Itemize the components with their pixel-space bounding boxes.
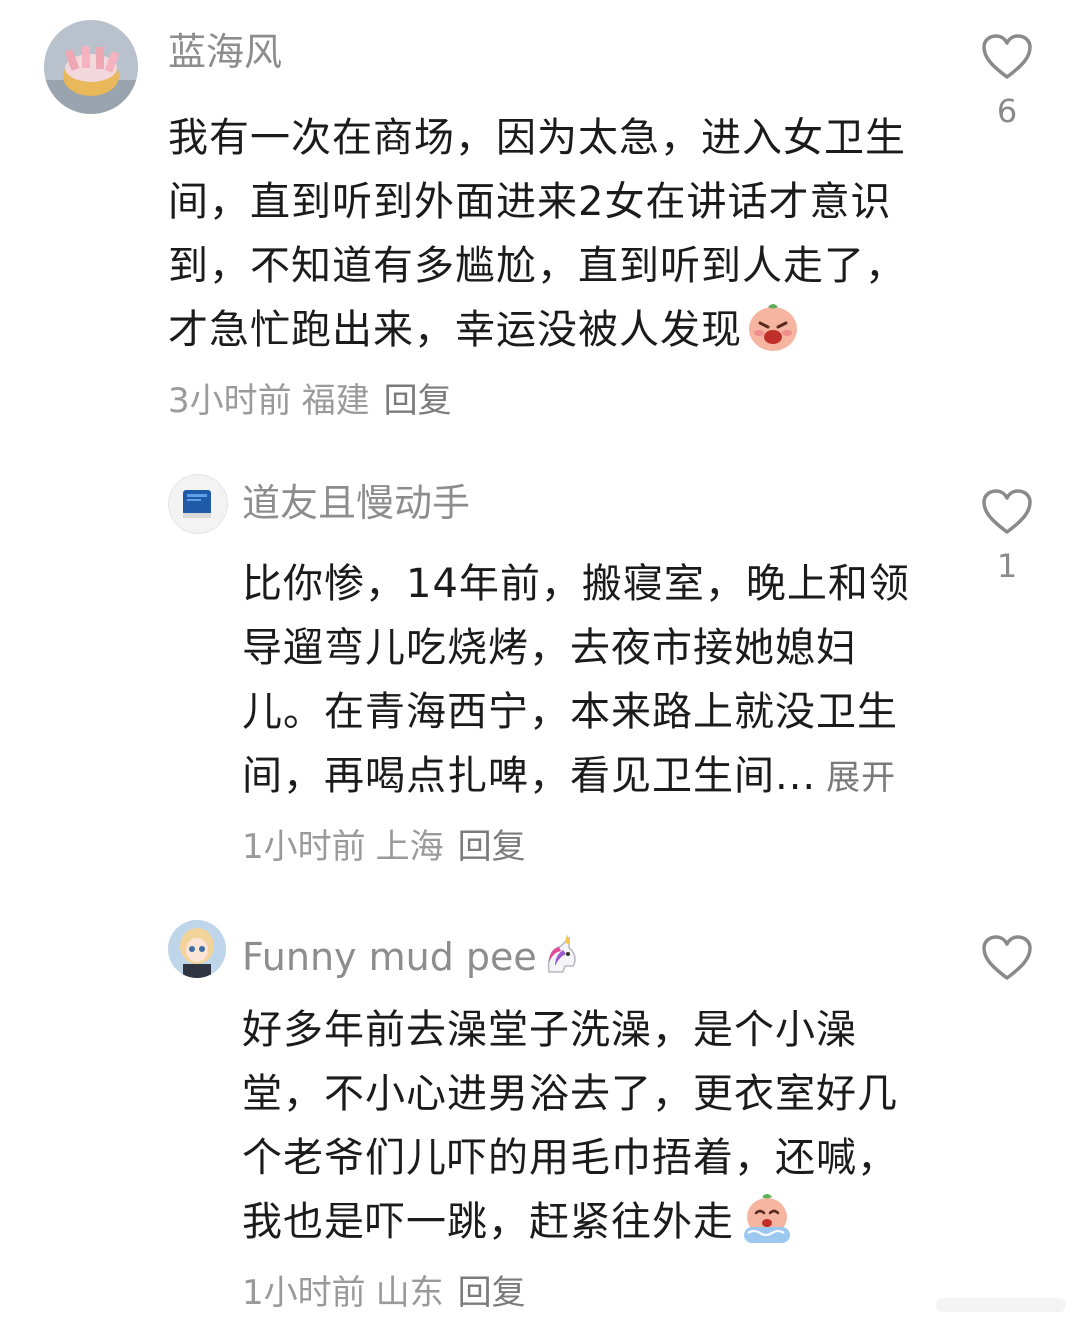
like-button[interactable]: 1 (977, 488, 1037, 582)
comment-line: 到，不知道有多尴尬，直到听到人走了， (168, 243, 906, 289)
heart-icon (982, 34, 1032, 79)
comment-line-text: 我也是吓一跳，赶紧往外走 (242, 1199, 734, 1245)
username-text: Funny mud pee (242, 935, 537, 979)
heart-icon (982, 935, 1032, 980)
comment-location: 福建 (301, 381, 370, 421)
reply-item: 道友且慢动手 比你惨，14年前，搬寝室，晚上和领 导遛弯儿吃烧烤，去夜市接她媳妇… (0, 440, 1080, 890)
comment-line-text: 间，再喝点扎啤，看见卫生间... (242, 753, 817, 799)
comment-line: 好多年前去澡堂子洗澡，是个小澡 (242, 1007, 857, 1053)
comment-line: 间，再喝点扎啤，看见卫生间... 展开 (242, 744, 910, 808)
comment-item: 蓝海风 我有一次在商场，因为太急，进入女卫生 间，直到听到外面进来2女在讲话才意… (0, 0, 1080, 440)
comment-line: 比你惨，14年前，搬寝室，晚上和领 (242, 561, 910, 607)
comment-line: 儿。在青海西宁，本来路上就没卫生 (242, 689, 898, 735)
reply-button[interactable]: 回复 (458, 827, 526, 867)
comment-text: 我有一次在商场，因为太急，进入女卫生 间，直到听到外面进来2女在讲话才意识 到，… (168, 106, 906, 362)
crying-emoji-icon (738, 1191, 796, 1264)
like-button[interactable] (977, 934, 1037, 996)
like-button[interactable]: 6 (977, 33, 1037, 127)
comment-meta: 3小时前 福建 回复 (168, 384, 452, 418)
comment-line-text: 才急忙跑出来，幸运没被人发现 (168, 307, 742, 353)
comment-meta: 1小时前 上海 回复 (242, 830, 526, 864)
watermark (936, 1294, 1066, 1316)
comment-line: 我也是吓一跳，赶紧往外走 (242, 1190, 898, 1254)
comment-line: 个老爷们儿吓的用毛巾捂着，还喊， (242, 1135, 898, 1181)
heart-icon (982, 489, 1032, 534)
comment-line: 间，直到听到外面进来2女在讲话才意识 (168, 179, 892, 225)
comment-line: 才急忙跑出来，幸运没被人发现 (168, 298, 906, 362)
comment-time: 1小时前 (242, 827, 366, 867)
comment-location: 山东 (375, 1273, 444, 1313)
comment-username[interactable]: Funny mud pee (242, 932, 585, 982)
comment-location: 上海 (375, 827, 444, 867)
avatar[interactable] (168, 474, 228, 534)
expand-button[interactable]: 展开 (826, 758, 896, 798)
like-count: 6 (996, 92, 1018, 130)
avatar[interactable] (44, 20, 138, 114)
comment-time: 1小时前 (242, 1273, 366, 1313)
comment-meta: 1小时前 山东 回复 (242, 1276, 526, 1310)
reply-button[interactable]: 回复 (384, 381, 452, 421)
comment-line: 我有一次在商场，因为太急，进入女卫生 (168, 115, 906, 161)
comment-list: 蓝海风 我有一次在商场，因为太急，进入女卫生 间，直到听到外面进来2女在讲话才意… (0, 0, 1080, 1328)
like-count: 1 (996, 547, 1018, 585)
reply-item: Funny mud pee 好多年前去澡堂子洗澡，是个小澡 堂，不小心进男浴去了… (0, 890, 1080, 1328)
comment-text: 比你惨，14年前，搬寝室，晚上和领 导遛弯儿吃烧烤，去夜市接她媳妇 儿。在青海西… (242, 552, 910, 808)
reply-button[interactable]: 回复 (458, 1273, 526, 1313)
comment-username[interactable]: 道友且慢动手 (242, 484, 470, 522)
comment-time: 3小时前 (168, 381, 292, 421)
unicorn-icon (539, 932, 585, 982)
embarrassed-emoji-icon (746, 299, 800, 372)
comment-username[interactable]: 蓝海风 (168, 33, 282, 71)
comment-line: 导遛弯儿吃烧烤，去夜市接她媳妇 (242, 625, 857, 671)
avatar[interactable] (168, 920, 226, 978)
comment-text: 好多年前去澡堂子洗澡，是个小澡 堂，不小心进男浴去了，更衣室好几 个老爷们儿吓的… (242, 998, 898, 1254)
comment-line: 堂，不小心进男浴去了，更衣室好几 (242, 1071, 898, 1117)
